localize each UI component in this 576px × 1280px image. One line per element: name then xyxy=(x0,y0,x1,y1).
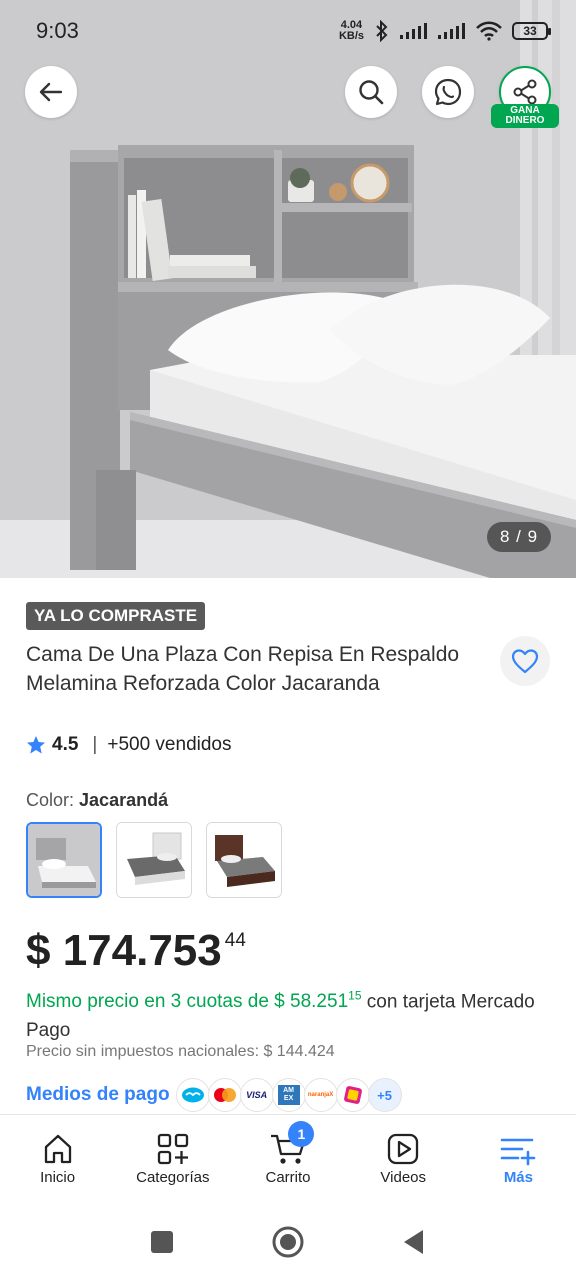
rating-score: 4.5 xyxy=(52,734,79,755)
whatsapp-share-button[interactable] xyxy=(422,66,474,118)
purchased-tag: YA LO COMPRASTE xyxy=(26,602,206,630)
signal-icon-2 xyxy=(438,23,465,39)
nav-more[interactable]: Más xyxy=(461,1115,576,1204)
home-icon xyxy=(44,1134,71,1164)
wifi-icon xyxy=(476,21,502,41)
thumb-image-1 xyxy=(28,824,100,896)
back-system-icon[interactable] xyxy=(401,1228,427,1256)
installments-prefix: Mismo precio en 3 cuotas de $ 58.251 xyxy=(26,991,349,1013)
video-icon xyxy=(388,1133,419,1165)
back-button[interactable] xyxy=(25,66,77,118)
system-navigation-bar xyxy=(0,1204,576,1280)
status-icons: 4.04 KB/s 33 xyxy=(339,20,551,42)
search-icon xyxy=(359,80,384,105)
heart-icon xyxy=(511,649,539,674)
color-selector-label: Color: Jacarandá xyxy=(26,790,168,811)
mercadopago-icon xyxy=(175,1078,210,1112)
favorite-button[interactable] xyxy=(500,636,550,686)
color-option-white[interactable] xyxy=(116,822,192,898)
nav-cart[interactable]: Carrito 1 xyxy=(230,1115,345,1204)
image-counter: 8 / 9 xyxy=(487,522,551,552)
amex-icon: AM EX xyxy=(271,1078,306,1112)
recent-apps-icon[interactable] xyxy=(149,1229,175,1255)
rating-row[interactable]: 4.5 | +500 vendidos xyxy=(26,734,232,756)
payment-methods-link[interactable]: Medios de pago xyxy=(26,1084,170,1106)
nav-home[interactable]: Inicio xyxy=(0,1115,115,1204)
battery-level: 33 xyxy=(523,24,537,38)
nav-cart-label: Carrito xyxy=(265,1169,311,1186)
nav-categories-label: Categorías xyxy=(136,1169,210,1186)
naranja-icon: naranjaX xyxy=(303,1078,338,1112)
amex-label: AM EX xyxy=(277,1085,300,1105)
mastercard-icon xyxy=(207,1078,242,1112)
product-image-gallery[interactable]: 9:03 4.04 KB/s 33 GANA DINERO 8 / 9 xyxy=(0,0,576,578)
naranja-label: naranjaX xyxy=(307,1092,334,1098)
product-photo xyxy=(0,0,576,578)
share-icon xyxy=(513,79,537,105)
price-cents: 44 xyxy=(224,930,246,951)
status-time: 9:03 xyxy=(36,18,79,43)
color-option-dark[interactable] xyxy=(206,822,282,898)
menu-plus-icon xyxy=(501,1138,536,1166)
earn-badge-line2: DINERO xyxy=(505,115,545,126)
nav-more-label: Más xyxy=(503,1169,533,1186)
price-main: $ 174.753 xyxy=(26,926,222,975)
cabal-icon xyxy=(335,1078,370,1112)
price: $ 174.753 44 xyxy=(26,926,246,976)
visa-icon: VISA xyxy=(239,1078,274,1112)
nav-home-label: Inicio xyxy=(40,1169,76,1186)
product-title: Cama De Una Plaza Con Repisa En Respaldo… xyxy=(26,643,460,695)
search-button[interactable] xyxy=(345,66,397,118)
bluetooth-icon xyxy=(376,20,388,42)
color-label: Color: xyxy=(26,790,75,810)
color-options xyxy=(26,822,282,898)
net-speed: 4.04 KB/s xyxy=(339,20,364,42)
more-payment-methods[interactable]: +5 xyxy=(367,1078,402,1112)
star-icon xyxy=(27,736,45,754)
color-value: Jacarandá xyxy=(79,790,169,810)
cart-count-badge: 1 xyxy=(288,1121,315,1147)
payment-methods[interactable]: Medios de pago VISA AM EX naranjaX +5 xyxy=(26,1078,402,1112)
installments-cents: 15 xyxy=(348,989,362,1003)
bottom-navigation: Inicio Categorías Carrito 1 Videos Más xyxy=(0,1114,576,1204)
whatsapp-icon xyxy=(434,78,462,106)
rating-separator: | xyxy=(92,734,98,755)
nav-videos-label: Videos xyxy=(380,1169,426,1186)
nav-categories[interactable]: Categorías xyxy=(115,1115,230,1204)
battery-indicator: 33 xyxy=(512,22,551,40)
net-speed-unit: KB/s xyxy=(338,30,364,42)
installments-info: Mismo precio en 3 cuotas de $ 58.25115 c… xyxy=(26,982,546,1045)
thumb-image-2 xyxy=(117,823,191,897)
nav-videos[interactable]: Videos xyxy=(346,1115,461,1204)
home-system-icon[interactable] xyxy=(271,1225,305,1259)
thumb-image-3 xyxy=(207,823,281,897)
sold-count: +500 vendidos xyxy=(107,734,232,755)
color-option-jacaranda[interactable] xyxy=(26,822,102,898)
back-arrow-icon xyxy=(39,82,63,102)
signal-icon xyxy=(400,23,427,39)
status-bar: 9:03 4.04 KB/s 33 xyxy=(0,0,576,62)
earn-money-badge[interactable]: GANA DINERO xyxy=(491,104,559,128)
installments-text: Mismo precio en 3 cuotas de $ 58.25115 xyxy=(26,989,362,1013)
price-without-taxes: Precio sin impuestos nacionales: $ 144.4… xyxy=(26,1043,335,1060)
categories-icon xyxy=(157,1133,188,1165)
product-page: 9:03 4.04 KB/s 33 GANA DINERO 8 / 9 YA L… xyxy=(0,0,576,1280)
visa-label: VISA xyxy=(246,1090,268,1100)
